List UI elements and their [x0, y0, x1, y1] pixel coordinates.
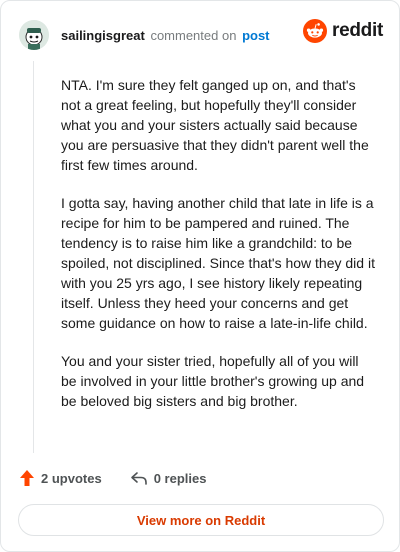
comment-actions: 2 upvotes 0 replies	[19, 469, 206, 487]
reply-button[interactable]: 0 replies	[130, 470, 207, 486]
view-more-button[interactable]: View more on Reddit	[18, 504, 384, 536]
upvote-count: 2 upvotes	[41, 470, 102, 486]
comment-paragraph: I gotta say, having another child that l…	[61, 195, 375, 331]
upvote-button[interactable]: 2 upvotes	[19, 469, 102, 487]
thread-line	[33, 61, 34, 453]
comment-body: NTA. I'm sure they felt ganged up on, an…	[61, 75, 375, 429]
reddit-wordmark: reddit	[332, 20, 383, 41]
reddit-brand[interactable]: reddit	[303, 19, 383, 43]
action-text: commented on	[150, 27, 237, 43]
comment-paragraph: You and your sister tried, hopefully all…	[61, 353, 365, 409]
reply-count: 0 replies	[153, 470, 207, 486]
post-link[interactable]: post	[242, 28, 269, 43]
comment-byline: sailingisgreat commented on post	[61, 28, 270, 43]
comment-header: sailingisgreat commented on post reddit	[19, 15, 383, 55]
reply-arrow-icon	[130, 472, 147, 485]
reddit-logo-icon	[303, 19, 328, 43]
username-link[interactable]: sailingisgreat	[61, 28, 145, 43]
avatar[interactable]	[19, 20, 49, 50]
upvote-arrow-icon	[20, 470, 34, 486]
comment-embed-card: sailingisgreat commented on post reddit …	[0, 0, 400, 552]
comment-paragraph: NTA. I'm sure they felt ganged up on, an…	[61, 77, 369, 173]
